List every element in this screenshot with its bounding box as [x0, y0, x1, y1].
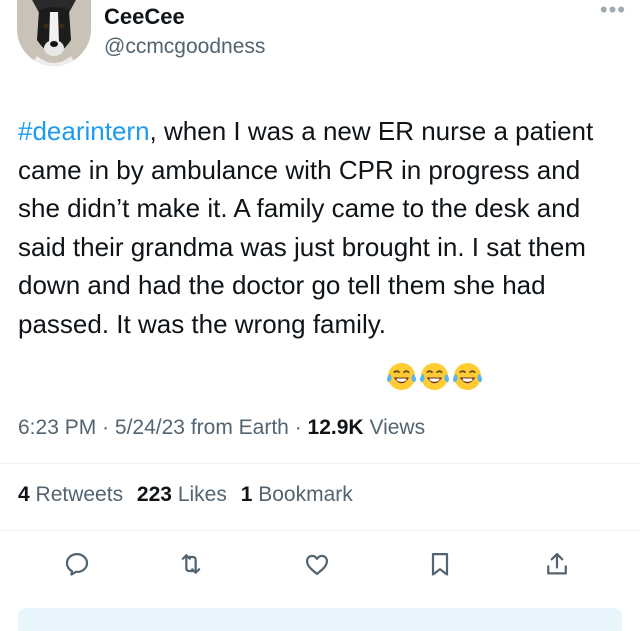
tweet-stats: 4 Retweets 223 Likes 1 Bookmark — [18, 483, 361, 507]
dog-avatar-image — [17, 0, 91, 66]
user-handle[interactable]: @ccmcgoodness — [104, 35, 265, 59]
retweets-label: Retweets — [35, 483, 124, 506]
bookmarks-label: Bookmark — [258, 483, 353, 506]
likes-stat[interactable]: 223 Likes — [137, 483, 227, 506]
like-button[interactable] — [301, 548, 333, 580]
tweet-time[interactable]: 6:23 PM — [18, 416, 96, 439]
tears-of-joy-emoji-icon — [419, 362, 450, 391]
divider — [0, 463, 640, 464]
display-name[interactable]: CeeCee — [104, 4, 185, 30]
reply-composer-bar[interactable] — [18, 608, 622, 631]
reply-button[interactable] — [61, 548, 93, 580]
share-icon — [547, 552, 567, 575]
tears-of-joy-emoji-icon — [452, 362, 483, 391]
retweet-button[interactable] — [175, 548, 207, 580]
emoji-row — [386, 361, 483, 393]
reply-icon — [65, 552, 89, 576]
more-options-icon[interactable]: ••• — [600, 0, 626, 21]
hashtag-link[interactable]: #dearintern — [18, 116, 150, 146]
views-count: 12.9K — [307, 416, 364, 439]
retweets-count: 4 — [18, 483, 30, 506]
retweets-stat[interactable]: 4 Retweets — [18, 483, 123, 506]
bookmarks-stat[interactable]: 1 Bookmark — [241, 483, 353, 506]
tweet-date[interactable]: 5/24/23 — [115, 416, 185, 439]
likes-label: Likes — [177, 483, 227, 506]
bookmark-button[interactable] — [424, 548, 456, 580]
retweet-icon — [181, 554, 201, 574]
tweet-source: from Earth — [190, 416, 289, 439]
likes-count: 223 — [136, 483, 172, 506]
like-icon — [305, 554, 329, 576]
share-button[interactable] — [541, 548, 573, 580]
meta-separator: · — [102, 416, 110, 439]
avatar[interactable] — [17, 0, 91, 66]
divider — [0, 530, 640, 531]
bookmark-icon — [431, 552, 449, 576]
action-bar — [0, 548, 640, 584]
bookmarks-count: 1 — [240, 483, 253, 506]
meta-separator: · — [294, 416, 302, 439]
tweet-body: , when I was a new ER nurse a patient ca… — [18, 116, 594, 339]
tweet-meta: 6:23 PM · 5/24/23 from Earth · 12.9K Vie… — [18, 416, 425, 440]
views-label: Views — [369, 416, 426, 439]
tweet-text: #dearintern, when I was a new ER nurse a… — [18, 112, 618, 343]
tears-of-joy-emoji-icon — [386, 362, 417, 391]
